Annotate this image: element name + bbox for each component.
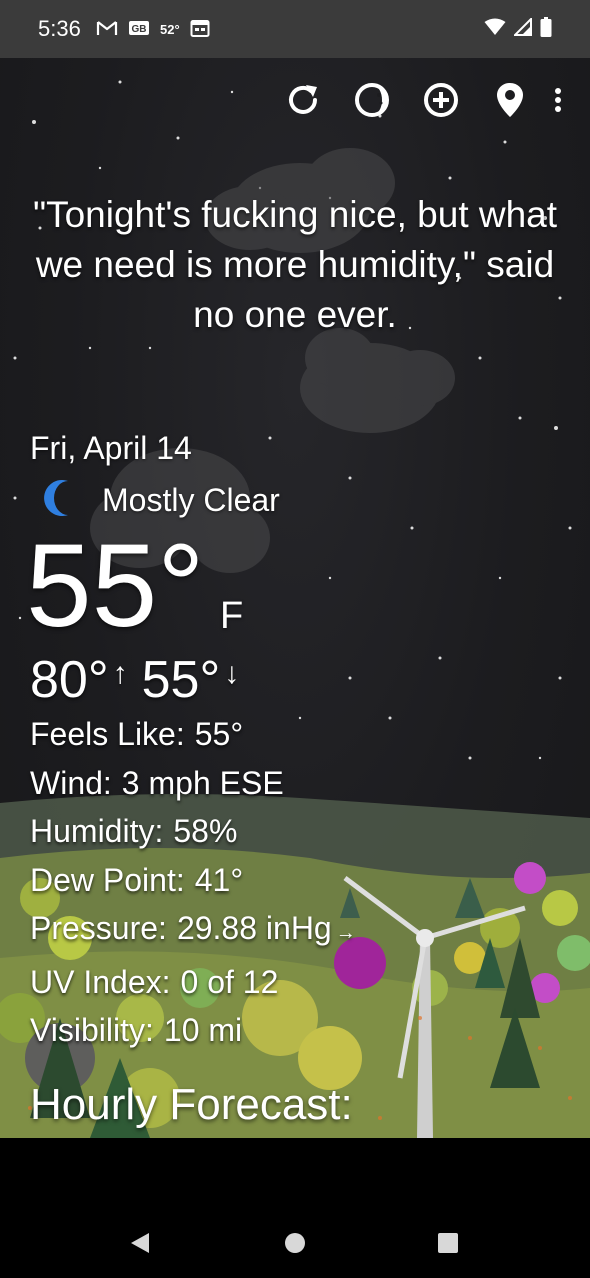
pressure-value: 29.88 inHg: [176, 910, 332, 946]
dew-point-row: Dew Point: 41°: [30, 856, 356, 905]
visibility-value: 10 mi: [163, 1012, 243, 1048]
location-pin-icon[interactable]: [486, 76, 534, 124]
hourly-forecast-title: Hourly Forecast:: [30, 1080, 353, 1129]
wind-value: 3 mph ESE: [121, 764, 284, 801]
dew-point-value: 41°: [194, 861, 244, 898]
visibility-row: Visibility: 10 mi: [30, 1006, 356, 1055]
moon-phase-icon[interactable]: [348, 76, 396, 124]
arrow-down-icon: ↓: [224, 657, 240, 690]
status-time: 5:36: [38, 16, 81, 41]
forecast-date: Fri, April 14: [30, 430, 192, 466]
dew-point-label: Dew Point:: [30, 861, 185, 898]
uv-index-label: UV Index:: [30, 963, 171, 1000]
pressure-label: Pressure:: [30, 910, 167, 946]
wifi-icon: [484, 18, 506, 41]
status-bar: 5:36 GB 52°: [0, 0, 590, 58]
svg-text:GB: GB: [132, 24, 147, 35]
feels-like-label: Feels Like:: [30, 716, 185, 752]
add-location-icon[interactable]: [417, 76, 465, 124]
home-icon[interactable]: [275, 1223, 315, 1263]
temp-badge: 52°: [160, 22, 180, 37]
top-toolbar: [258, 76, 590, 124]
calendar-icon: [190, 19, 210, 40]
weather-main: "Tonight's fucking nice, but what we nee…: [0, 58, 590, 1138]
high-temperature: 80°: [30, 651, 109, 709]
pressure-trend-icon: →: [335, 922, 356, 944]
signal-icon: [512, 16, 532, 41]
visibility-label: Visibility:: [30, 1012, 154, 1048]
weather-details: Feels Like: 55° Wind: 3 mph ESE Humidity: 5…: [30, 710, 356, 1055]
notification-icons: GB 52°: [96, 19, 210, 40]
humidity-value: 58%: [173, 813, 238, 849]
weather-quote: "Tonight's fucking nice, but what we nee…: [32, 194, 558, 335]
battery-icon: [540, 17, 552, 42]
temperature-unit: F: [220, 595, 244, 637]
high-low-row: 80° ↑ 55° ↓: [30, 644, 253, 710]
uv-index-value: 0 of 12: [180, 963, 279, 1000]
wind-label: Wind:: [30, 764, 112, 801]
refresh-icon[interactable]: [279, 76, 327, 124]
gb-icon: GB: [128, 20, 150, 39]
arrow-up-icon: ↑: [112, 657, 128, 690]
system-icons: [484, 16, 552, 42]
humidity-row: Humidity: 58%: [30, 807, 356, 856]
back-icon[interactable]: [120, 1223, 160, 1263]
pressure-row: Pressure: 29.88 inHg →: [30, 904, 356, 958]
gmail-icon: [96, 19, 118, 40]
navigation-bar: [0, 1138, 590, 1278]
feels-like-row: Feels Like: 55°: [30, 710, 356, 759]
feels-like-value: 55°: [194, 716, 244, 752]
wind-row: Wind: 3 mph ESE: [30, 759, 356, 808]
uv-index-row: UV Index: 0 of 12: [30, 958, 356, 1007]
more-vert-icon[interactable]: [546, 76, 570, 124]
humidity-label: Humidity:: [30, 813, 164, 849]
low-temperature: 55°: [141, 651, 221, 709]
current-temperature: 55°: [26, 520, 205, 652]
recents-icon[interactable]: [428, 1223, 468, 1263]
condition-text: Mostly Clear: [102, 482, 280, 518]
